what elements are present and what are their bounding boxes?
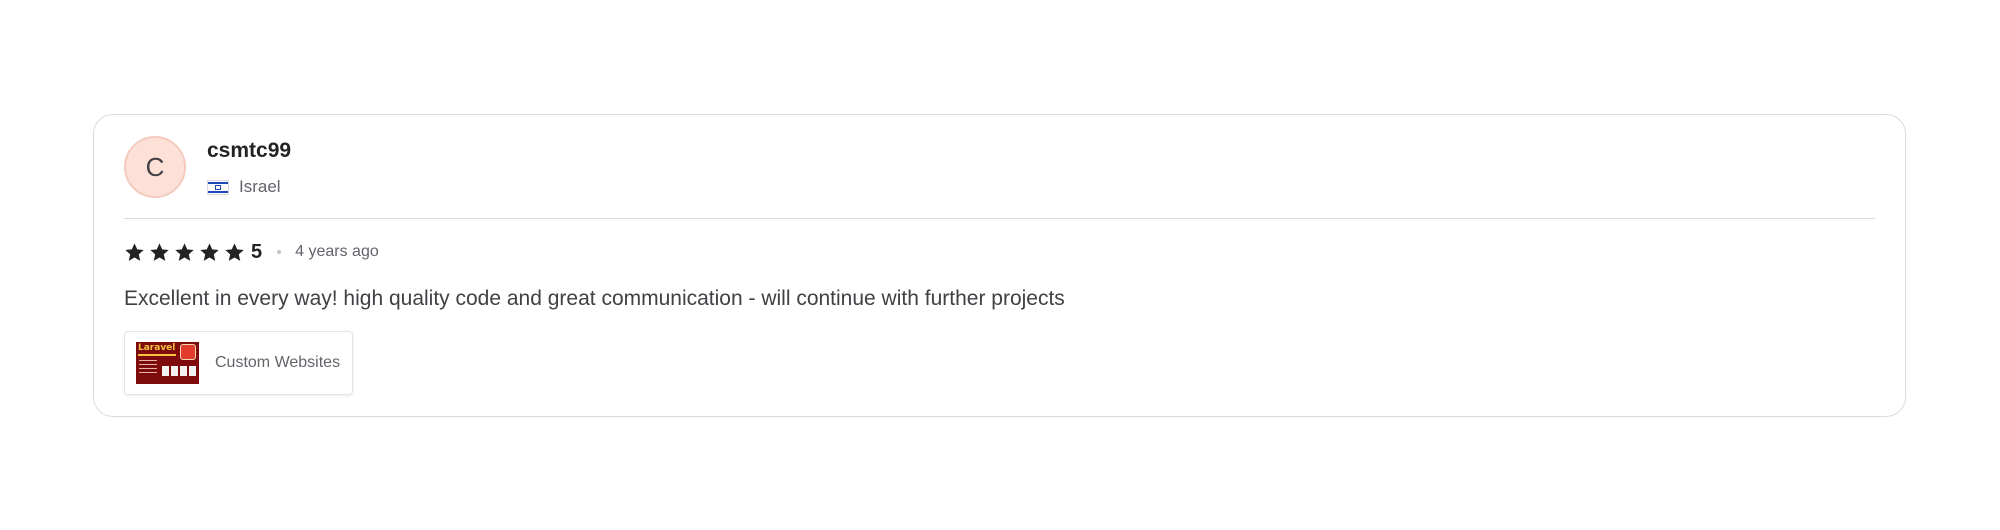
rating-value: 5 (251, 240, 263, 263)
star-icon (149, 242, 170, 263)
star-icon (124, 242, 145, 263)
avatar[interactable]: C (124, 136, 186, 198)
star-rating (124, 242, 249, 263)
reviewer-header: C csmtc99 Israel (124, 136, 1875, 219)
service-thumbnail: Laravel (136, 342, 199, 384)
reviewer-country: Israel (207, 176, 281, 198)
avatar-initial: C (145, 151, 165, 182)
review-text: Excellent in every way! high quality cod… (124, 287, 1065, 310)
star-icon (199, 242, 220, 263)
review-card: C csmtc99 Israel 5 4 years ago Excellent… (93, 114, 1906, 417)
reviewer-username[interactable]: csmtc99 (207, 139, 291, 163)
service-name: Custom Websites (215, 354, 341, 371)
service-tag[interactable]: Laravel Custom Websites (124, 331, 354, 395)
country-name: Israel (239, 177, 281, 196)
israel-flag-icon (207, 179, 229, 195)
laravel-logo-icon (180, 344, 196, 360)
review-time: 4 years ago (295, 243, 379, 260)
thumbnail-title: Laravel (138, 343, 176, 353)
star-icon (224, 242, 245, 263)
rating-row: 5 4 years ago (124, 239, 379, 265)
star-icon (174, 242, 195, 263)
separator-dot (277, 250, 282, 254)
